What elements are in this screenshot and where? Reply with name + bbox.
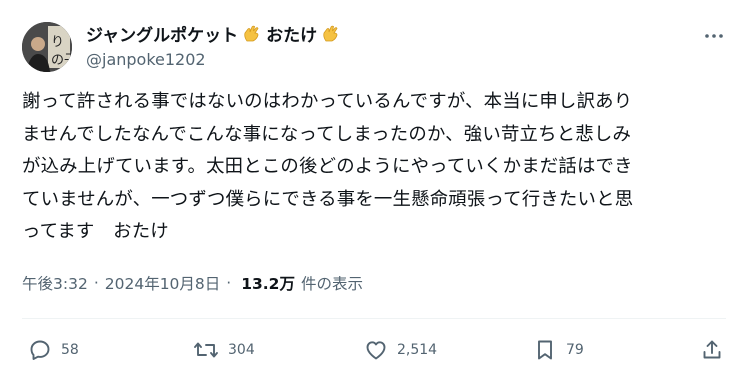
bookmark-button[interactable]: 79 bbox=[533, 336, 584, 364]
tweet-line: 謝って許される事ではないのはわかっているんですが、本当に申し訳あり bbox=[22, 91, 633, 112]
display-name[interactable]: ジャングルポケット bbox=[86, 21, 238, 46]
pinching-hand-emoji-icon bbox=[244, 25, 259, 42]
author-name[interactable]: ジャングルポケット おたけ bbox=[86, 21, 341, 46]
svg-text:り: り bbox=[51, 35, 64, 50]
bookmark-icon bbox=[538, 340, 552, 360]
heart-icon bbox=[366, 341, 386, 360]
tweet-line: ってます おたけ bbox=[22, 221, 169, 242]
divider bbox=[22, 318, 726, 319]
tweet-date[interactable]: 2024年10月8日 bbox=[105, 272, 221, 294]
more-dots-icon bbox=[705, 34, 723, 38]
meta-separator: · bbox=[93, 274, 99, 292]
bookmark-count: 79 bbox=[566, 342, 584, 358]
author-handle[interactable]: @janpoke1202 bbox=[86, 50, 206, 69]
reply-button[interactable]: 58 bbox=[28, 336, 79, 364]
share-icon bbox=[703, 340, 721, 359]
views-count[interactable]: 13.2万 bbox=[241, 272, 295, 294]
like-button[interactable]: 2,514 bbox=[364, 336, 437, 364]
action-bar: 58 304 2,514 79 bbox=[0, 330, 748, 370]
meta-separator: · bbox=[226, 274, 232, 292]
reply-count: 58 bbox=[61, 342, 79, 358]
tweet-line: ていませんが、一つずつ僕らにできる事を一生懸命頑張って行きたいと思 bbox=[22, 188, 634, 210]
like-count: 2,514 bbox=[397, 342, 438, 358]
avatar[interactable]: り の子 bbox=[22, 22, 72, 72]
repost-icon bbox=[194, 342, 218, 358]
pinching-hand-emoji-icon bbox=[323, 25, 338, 42]
tweet-time[interactable]: 午後3:32 bbox=[22, 272, 88, 294]
reply-icon bbox=[30, 340, 50, 360]
repost-button[interactable]: 304 bbox=[193, 336, 255, 364]
svg-text:の子: の子 bbox=[51, 53, 72, 68]
more-options-button[interactable] bbox=[702, 24, 726, 48]
views-label: 件の表示 bbox=[300, 275, 363, 293]
avatar-photo-icon: り の子 bbox=[22, 22, 72, 72]
tweet-line: ませんでしたなんでこんな事になってしまったのか、強い苛立ちと悲しみ bbox=[22, 123, 632, 145]
share-button[interactable] bbox=[700, 336, 724, 364]
tweet-line: が込み上げています。太田とこの後どのようにやっていくかまだ話はでき bbox=[22, 156, 633, 177]
repost-count: 304 bbox=[228, 342, 255, 358]
tweet-meta: 午後3:32 · 2024年10月8日 · 13.2万 件の表示 bbox=[22, 272, 363, 294]
name-suffix[interactable]: おたけ bbox=[266, 21, 317, 46]
tweet-text: 謝って許される事ではないのはわかっているんですが、本当に申し訳あり ませんでした… bbox=[22, 86, 734, 249]
